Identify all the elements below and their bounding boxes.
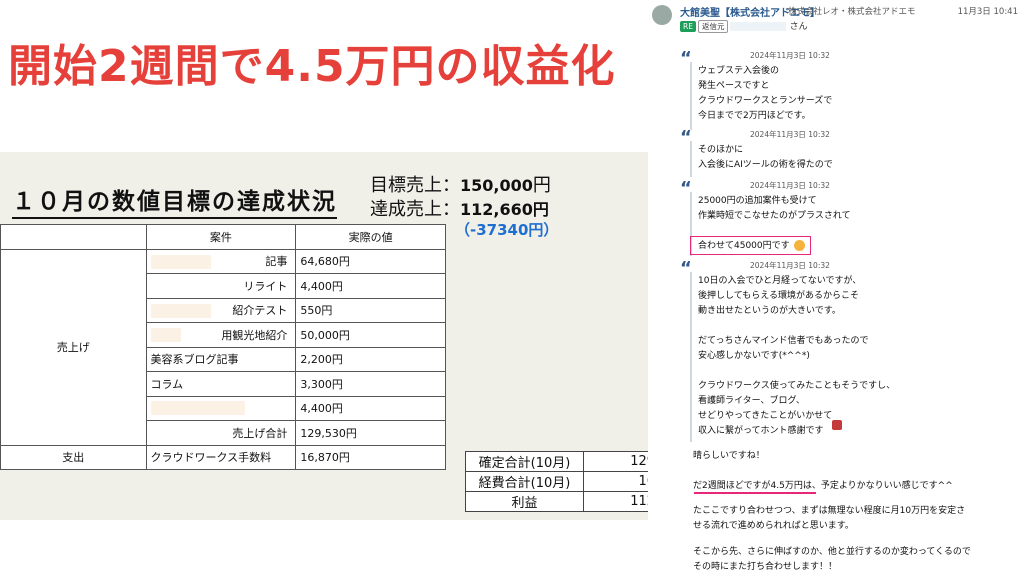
sender-org: 株式会社レオ・株式会社アドエモ (788, 7, 916, 17)
redacted-item (150, 401, 245, 416)
header-cell (0, 224, 147, 250)
value-cell: 129,530円 (295, 420, 446, 446)
item-cell: リライト (145, 273, 297, 299)
item-cell: 売上げ合計 (145, 420, 297, 446)
item-cell: 記事 (145, 248, 297, 274)
reply-line: 晴らしいですね！ (693, 451, 765, 461)
quote-body: 10日の入会でひと月経ってないですが、 後押ししてもらえる環境があるからこそ 動… (698, 276, 896, 436)
value-cell: 550円 (295, 297, 446, 323)
table-row: 支出 クラウドワークス手数料 16,870円 (0, 444, 446, 470)
target-label: 目標売上： (370, 175, 460, 196)
quote-line (690, 141, 692, 177)
group-sales: 売上げ (0, 248, 147, 446)
quote-body: ウェブステ入会後の 発生ペースですと クラウドワークスとランサーズで 今日までで… (698, 66, 833, 121)
avatar[interactable] (652, 5, 672, 25)
reply-badges: RE 返信元 さん (680, 19, 808, 33)
quote-body: そのほかに 入会後にAIツールの術を得たので (698, 145, 833, 170)
achieved-value: 112,660 (460, 200, 533, 219)
value-cell: 4,400円 (295, 395, 446, 421)
reply-source-badge[interactable]: 返信元 (697, 20, 729, 33)
honorific: さん (789, 22, 808, 32)
headline: 開始2週間で4.5万円の収益化 (8, 41, 616, 92)
reply-line: そこから先、さらに伸ばすのか、他と並行するのか変わってくるので (693, 547, 971, 557)
quote-time: 2024年11月3日 10:32 (750, 261, 830, 270)
achieved-unit: 円 (532, 200, 549, 219)
header-cell: 実際の値 (295, 224, 446, 250)
value-cell: 4,400円 (295, 273, 446, 299)
smile-emoji-icon (794, 240, 805, 251)
quote-time: 2024年11月3日 10:32 (750, 130, 830, 139)
target-block: 目標売上：150,000円 達成売上：112,660円 (370, 174, 551, 222)
totals-label: 経費合計(10月) (465, 471, 584, 492)
header-cell: 案件 (145, 224, 297, 250)
value-cell: 64,680円 (295, 248, 446, 274)
quote-line (690, 272, 692, 442)
target-value: 150,000 (460, 176, 533, 195)
value-cell: 3,300円 (295, 371, 446, 397)
highlight-underline (694, 492, 816, 494)
re-badge[interactable]: RE (680, 21, 696, 32)
highlight-box (690, 236, 811, 255)
target-sales: 目標売上：150,000円 (370, 174, 551, 198)
table-row: 売上げ 記事 64,680円 (0, 248, 446, 446)
table-header: 案件 実際の値 (0, 224, 446, 250)
value-cell: 16,870円 (295, 444, 446, 470)
item-cell: 用観光地紹介 (145, 322, 297, 348)
quote-line (690, 62, 692, 130)
bow-emoji-icon (832, 420, 842, 430)
item-cell: 紹介テスト (145, 297, 297, 323)
message-time: 11月3日 10:41 (957, 7, 1018, 17)
reply-line: たここですり合わせつつ、まずは無理ない程度に月10万円を安定さ (693, 506, 966, 516)
difference: （-37340円） (455, 221, 559, 239)
totals-label: 確定合計(10月) (465, 451, 584, 472)
redacted-name (730, 21, 787, 31)
item-cell: クラウドワークス手数料 (145, 444, 297, 470)
reply-line: その時にまた打ち合わせします！！ (693, 562, 838, 572)
quote-time: 2024年11月3日 10:32 (750, 51, 830, 60)
value-cell: 2,200円 (295, 346, 446, 372)
quote-time: 2024年11月3日 10:32 (750, 181, 830, 190)
target-unit: 円 (532, 175, 551, 196)
item-cell: 美容系ブログ記事 (145, 346, 297, 372)
panel-title: １０月の数値目標の達成状況 (12, 182, 337, 219)
group-expense: 支出 (0, 444, 147, 470)
value-cell: 50,000円 (295, 322, 446, 348)
item-cell (145, 395, 297, 421)
reply-line: せる流れで進めめられればと思います。 (693, 521, 854, 531)
achieved-label: 達成売上： (370, 199, 460, 220)
totals-label: 利益 (465, 491, 584, 512)
item-cell: コラム (145, 371, 297, 397)
results-table: 案件 実際の値 売上げ 記事 64,680円 リライト 4,400円 紹介テスト… (0, 224, 446, 470)
